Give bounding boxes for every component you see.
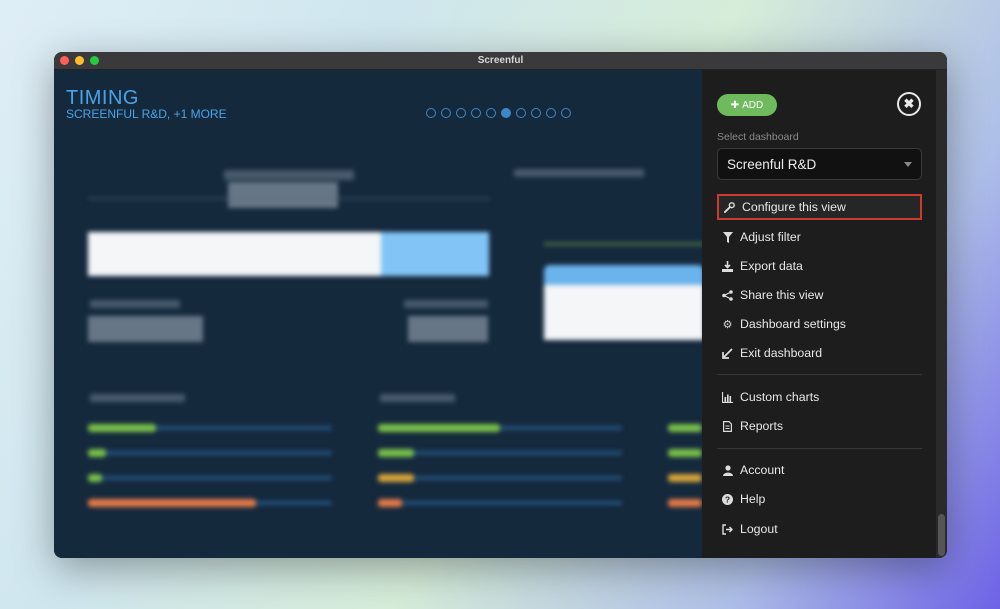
- pager-dot-8[interactable]: [531, 108, 541, 118]
- app-window: Screenful TIMING SCREENFUL R&D, +1 MORE: [54, 52, 947, 558]
- pager-dot-7[interactable]: [516, 108, 526, 118]
- close-sidebar-button[interactable]: ✖: [897, 92, 921, 116]
- dashboard-subtitle: SCREENFUL R&D, +1 MORE: [66, 107, 227, 121]
- plus-icon: ✚: [730, 99, 740, 111]
- add-button[interactable]: ✚ ADD: [717, 94, 777, 116]
- close-window-button[interactable]: [60, 56, 69, 65]
- wrench-icon: [724, 201, 735, 213]
- menu-divider: [717, 448, 922, 449]
- close-icon: ✖: [903, 96, 915, 111]
- sidebar-scrollbar[interactable]: [936, 70, 947, 558]
- zoom-window-button[interactable]: [90, 56, 99, 65]
- dashboard-area: TIMING SCREENFUL R&D, +1 MORE: [54, 70, 702, 558]
- menu-item-logout[interactable]: Logout: [717, 516, 922, 542]
- blurred-timing-panel: [88, 170, 490, 350]
- menu-item-custom-charts[interactable]: Custom charts: [717, 384, 922, 410]
- share-icon: [722, 289, 733, 301]
- user-icon: [722, 464, 733, 476]
- pager-dot-5[interactable]: [486, 108, 496, 118]
- menu-item-adjust-filter[interactable]: Adjust filter: [717, 224, 922, 250]
- menu-item-label: Account: [740, 463, 785, 477]
- scrollbar-thumb[interactable]: [938, 514, 945, 556]
- blurred-breakdown-rows: [88, 390, 702, 540]
- pager-dot-1[interactable]: [426, 108, 436, 118]
- blurred-chart-panel: [514, 165, 702, 365]
- help-icon: ?: [722, 493, 733, 505]
- menu-item-share-this-view[interactable]: Share this view: [717, 282, 922, 308]
- dashboard-select[interactable]: Screenful R&D: [717, 148, 922, 180]
- menu-item-label: Exit dashboard: [740, 346, 823, 360]
- dashboard-select-value: Screenful R&D: [727, 156, 817, 172]
- menu-item-dashboard-settings[interactable]: ⚙ Dashboard settings: [717, 311, 922, 337]
- menu-item-configure-this-view[interactable]: Configure this view: [717, 194, 922, 220]
- menu-item-exit-dashboard[interactable]: Exit dashboard: [717, 340, 922, 366]
- menu-item-label: Share this view: [740, 288, 824, 302]
- pager-dot-6[interactable]: [501, 108, 511, 118]
- menu-item-label: Configure this view: [742, 200, 846, 214]
- pager-dot-4[interactable]: [471, 108, 481, 118]
- svg-text:?: ?: [725, 494, 730, 504]
- menu-divider: [717, 374, 922, 375]
- bar-chart-icon: [722, 391, 733, 403]
- menu-item-label: Adjust filter: [740, 230, 801, 244]
- gear-icon: ⚙: [722, 318, 733, 331]
- pager-dot-2[interactable]: [441, 108, 451, 118]
- window-controls: [60, 56, 99, 65]
- menu-item-export-data[interactable]: Export data: [717, 253, 922, 279]
- menu-item-label: Help: [740, 492, 766, 506]
- minimize-window-button[interactable]: [75, 56, 84, 65]
- menu-item-label: Reports: [740, 419, 784, 433]
- menu-item-label: Logout: [740, 522, 778, 536]
- title-bar: Screenful: [54, 52, 947, 70]
- exit-arrow-icon: [722, 347, 733, 359]
- menu-item-label: Export data: [740, 259, 803, 273]
- sidebar-menu: ✚ ADD ✖ Select dashboard Screenful R&D C…: [702, 70, 947, 558]
- download-icon: [722, 260, 733, 272]
- logout-icon: [722, 523, 733, 535]
- window-title: Screenful: [477, 55, 524, 66]
- menu-item-label: Dashboard settings: [740, 317, 846, 331]
- pager-dot-3[interactable]: [456, 108, 466, 118]
- pager-dot-10[interactable]: [561, 108, 571, 118]
- menu-item-label: Custom charts: [740, 390, 820, 404]
- document-icon: [722, 420, 733, 432]
- menu-item-reports[interactable]: Reports: [717, 413, 922, 439]
- add-button-label: ADD: [742, 99, 764, 111]
- dashboard-pager: [426, 108, 571, 118]
- menu-item-account[interactable]: Account: [717, 457, 922, 483]
- menu-item-help[interactable]: ? Help: [717, 486, 922, 512]
- select-dashboard-label: Select dashboard: [717, 131, 799, 143]
- pager-dot-9[interactable]: [546, 108, 556, 118]
- filter-icon: [722, 231, 733, 243]
- chevron-down-icon: [904, 162, 912, 167]
